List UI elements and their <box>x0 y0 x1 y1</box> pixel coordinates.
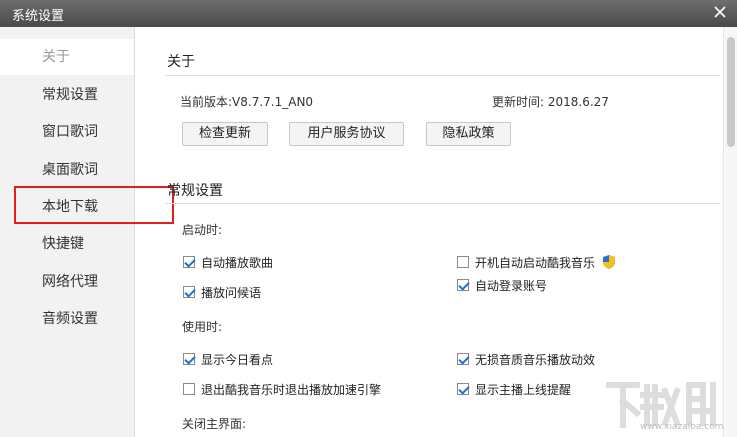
checkbox-checked[interactable] <box>457 383 469 395</box>
checkbox-checked[interactable] <box>183 353 195 365</box>
checkbox-checked[interactable] <box>183 256 195 268</box>
anchor-online-checkbox[interactable]: 显示主播上线提醒 <box>457 381 571 397</box>
settings-content: 关于 当前版本:V8.7.7.1_AN0 更新时间: 2018.6.27 检查更… <box>135 27 723 437</box>
checkbox-checked[interactable] <box>457 353 469 365</box>
checkbox-label: 自动登录账号 <box>475 278 548 293</box>
vertical-scrollbar[interactable] <box>723 27 737 437</box>
startup-label: 启动时: <box>182 223 223 237</box>
window-title: 系统设置 <box>12 9 65 24</box>
watermark-url: www.xiazaiba.com <box>640 422 724 432</box>
lossless-effect-checkbox[interactable]: 无损音质音乐播放动效 <box>457 351 595 367</box>
checkbox-label: 播放问候语 <box>201 285 262 300</box>
sidebar-item-general[interactable]: 常规设置 <box>0 77 134 113</box>
title-bar: 系统设置 <box>0 0 737 27</box>
usage-label: 使用时: <box>182 320 223 334</box>
user-agreement-button[interactable]: 用户服务协议 <box>289 122 404 146</box>
close-icon[interactable] <box>711 3 729 21</box>
check-update-button[interactable]: 检查更新 <box>182 122 268 146</box>
checkbox-checked[interactable] <box>457 279 469 291</box>
close-main-label: 关闭主界面: <box>182 417 247 431</box>
auto-play-checkbox[interactable]: 自动播放歌曲 <box>183 254 273 270</box>
sidebar-item-proxy[interactable]: 网络代理 <box>0 264 134 300</box>
shield-icon <box>603 255 616 269</box>
privacy-policy-button[interactable]: 隐私政策 <box>426 122 511 146</box>
sidebar-item-window-lyrics[interactable]: 窗口歌词 <box>0 114 134 150</box>
checkbox-label: 退出酷我音乐时退出播放加速引擎 <box>201 382 382 397</box>
update-time: 更新时间: 2018.6.27 <box>492 95 609 109</box>
exit-accel-checkbox[interactable]: 退出酷我音乐时退出播放加速引擎 <box>183 381 381 397</box>
divider <box>165 75 720 76</box>
current-version: 当前版本:V8.7.7.1_AN0 <box>180 95 314 109</box>
sidebar-item-audio[interactable]: 音频设置 <box>0 301 134 337</box>
checkbox-label: 显示今日看点 <box>201 352 274 367</box>
divider <box>165 203 720 204</box>
checkbox-unchecked[interactable] <box>183 383 195 395</box>
sidebar-item-desktop-lyrics[interactable]: 桌面歌词 <box>0 152 134 188</box>
checkbox-label: 自动播放歌曲 <box>201 255 274 270</box>
checkbox-label: 显示主播上线提醒 <box>475 382 572 397</box>
scroll-thumb[interactable] <box>727 37 735 147</box>
today-watch-checkbox[interactable]: 显示今日看点 <box>183 351 273 367</box>
settings-sidebar: 关于 常规设置 窗口歌词 桌面歌词 本地下载 快捷键 网络代理 音频设置 <box>0 27 135 437</box>
auto-login-checkbox[interactable]: 自动登录账号 <box>457 277 547 293</box>
section-title-general: 常规设置 <box>167 183 223 199</box>
sidebar-item-about[interactable]: 关于 <box>0 39 134 75</box>
greeting-checkbox[interactable]: 播放问候语 <box>183 284 261 300</box>
section-title-about: 关于 <box>167 54 195 70</box>
checkbox-label: 无损音质音乐播放动效 <box>475 352 596 367</box>
autostart-checkbox[interactable]: 开机自动启动酷我音乐 <box>457 254 617 270</box>
checkbox-checked[interactable] <box>183 286 195 298</box>
checkbox-unchecked[interactable] <box>457 256 469 268</box>
checkbox-label: 开机自动启动酷我音乐 <box>475 255 596 270</box>
sidebar-item-hotkeys[interactable]: 快捷键 <box>0 226 134 262</box>
